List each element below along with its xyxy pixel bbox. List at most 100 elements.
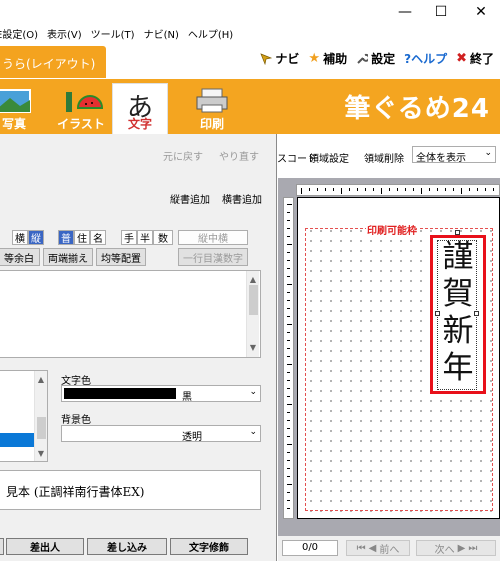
ruler-tick	[333, 188, 334, 191]
next-page-button[interactable]: 次へ ▶ ⏭	[416, 540, 496, 556]
area-settings-button[interactable]: 領域設定	[309, 150, 349, 165]
area-delete-button[interactable]: 領域削除	[364, 150, 404, 165]
kind-normal[interactable]: 普	[58, 230, 74, 245]
next-page-label: 次へ	[434, 544, 455, 556]
ruler-tick	[287, 268, 290, 269]
bg-color-value: 透明	[182, 432, 202, 443]
direction-horizontal[interactable]: 横	[12, 230, 28, 245]
layout-toolbar: スコード 領域設定 領域削除 全体を表示 ⌄	[277, 134, 500, 178]
resize-handle-top[interactable]	[455, 230, 460, 235]
navi-button[interactable]: ナビ	[260, 50, 299, 67]
font-list-scrollbar[interactable]: ▲ ▼	[34, 371, 47, 461]
chevron-down-icon: ⌄	[249, 427, 257, 437]
ruler-tick	[287, 396, 290, 397]
redo-button[interactable]: やり直す	[219, 148, 259, 163]
first-line-kanji-button[interactable]: 一行目漢数字	[178, 248, 248, 266]
ribbon-illustration[interactable]: イラスト	[53, 83, 109, 134]
ribbon-photo[interactable]: 写真	[0, 83, 42, 134]
text-input-scrollbar[interactable]: ▲ ▼	[246, 271, 259, 357]
exit-button[interactable]: ✖ 終了	[456, 50, 494, 67]
ruler-tick	[287, 244, 292, 245]
tab-layout-back[interactable]: うら(レイアウト)	[0, 46, 106, 78]
help-label: ?ヘルプ	[404, 52, 448, 66]
next-arrow-icon: ▶	[457, 542, 466, 554]
view-select[interactable]: 全体を表示 ⌄	[412, 146, 496, 164]
illustration-icon	[66, 92, 104, 112]
ruler-tick	[309, 188, 310, 191]
ruler-tick	[287, 316, 290, 317]
text-decoration-button[interactable]: 文字修飾	[170, 538, 248, 555]
ruler-tick	[287, 388, 290, 389]
vertical-text-char: 賀	[442, 276, 474, 312]
justify-button[interactable]: 両端揃え	[43, 248, 93, 266]
ruler-tick	[287, 484, 292, 485]
ribbon-photo-label: 写真	[1, 117, 26, 131]
width-hand[interactable]: 手	[121, 230, 137, 245]
add-horizontal-button[interactable]: 横書追加	[222, 191, 262, 206]
help-button[interactable]: ?ヘルプ	[404, 50, 447, 67]
menu-navi[interactable]: ナビ(N)	[144, 24, 182, 44]
ruler-tick	[397, 188, 398, 191]
ribbon-print-label: 印刷	[199, 117, 224, 131]
view-select-value: 全体を表示	[416, 153, 466, 164]
bg-color-select[interactable]: 透明 ⌄	[61, 425, 261, 443]
star-icon: ★	[308, 51, 321, 66]
scroll-down-icon[interactable]: ▼	[247, 343, 259, 352]
merge-button[interactable]: 差し込み	[87, 538, 167, 555]
menu-settings[interactable]: E設定(O)	[0, 24, 41, 44]
ruler-tick	[287, 420, 290, 421]
assist-button[interactable]: ★ 補助	[308, 50, 347, 67]
maximize-button[interactable]: ☐	[426, 0, 456, 24]
text-input-area[interactable]	[0, 270, 261, 358]
ruler-tick	[287, 340, 290, 341]
ruler-tick	[287, 500, 290, 501]
menu-view[interactable]: 表示(V)	[47, 24, 85, 44]
ruler-tick	[287, 308, 290, 309]
ruler-tick	[287, 468, 290, 469]
distribute-button[interactable]: 均等配置	[96, 248, 146, 266]
font-scroll-down-icon[interactable]: ▼	[35, 449, 47, 458]
ribbon-print[interactable]: 印刷	[184, 83, 240, 134]
ruler-tick	[421, 188, 422, 194]
settings-button[interactable]: 設定	[356, 50, 395, 67]
width-half[interactable]: 半	[137, 230, 153, 245]
ruler-tick	[287, 260, 290, 261]
text-color-select[interactable]: 黒 ⌄	[61, 385, 261, 403]
add-vertical-button[interactable]: 縦書追加	[170, 191, 210, 206]
ruler-tick	[317, 188, 318, 191]
font-scroll-thumb[interactable]	[37, 417, 46, 439]
close-button[interactable]: ✕	[466, 0, 496, 24]
kind-name[interactable]: 名	[90, 230, 106, 245]
ruler-tick	[287, 252, 290, 253]
kind-address[interactable]: 住	[74, 230, 90, 245]
app-logo: 筆ぐるめ24	[344, 94, 490, 124]
chevron-down-icon: ⌄	[249, 387, 257, 397]
menu-tools[interactable]: ツール(T)	[91, 24, 138, 44]
menu-help[interactable]: ヘルプ(H)	[188, 24, 236, 44]
minimize-button[interactable]: —	[390, 0, 420, 24]
direction-vertical[interactable]: 縦	[28, 230, 44, 245]
scroll-thumb[interactable]	[249, 285, 258, 315]
ruler-tick	[453, 188, 454, 191]
sender-button[interactable]: 差出人	[6, 538, 84, 555]
vertical-text-char: 年	[442, 350, 474, 386]
ruler-tick	[287, 508, 290, 509]
undo-button[interactable]: 元に戻す	[163, 148, 203, 163]
print-area-label: 印刷可能枠	[366, 222, 418, 237]
scroll-up-icon[interactable]: ▲	[247, 275, 259, 284]
equal-margin-button[interactable]: 等余白	[0, 248, 40, 266]
ruler-tick	[413, 188, 414, 191]
font-list-selected-item[interactable]	[0, 433, 34, 447]
vertical-in-horizontal-button[interactable]: 縦中横	[178, 230, 248, 245]
font-scroll-up-icon[interactable]: ▲	[35, 375, 47, 384]
prev-page-button[interactable]: ⏮ ◀ 前へ	[346, 540, 410, 556]
ruler-tick	[287, 220, 290, 221]
ruler-tick	[461, 188, 462, 194]
ruler-tick	[349, 188, 350, 191]
ruler-tick	[485, 188, 486, 191]
prev-page-label: 前へ	[379, 544, 400, 556]
ribbon-text[interactable]: あ 文字	[112, 83, 168, 134]
printer-icon	[196, 88, 228, 113]
bottom-button-edge[interactable]	[0, 538, 4, 555]
width-number[interactable]: 数	[153, 230, 173, 245]
